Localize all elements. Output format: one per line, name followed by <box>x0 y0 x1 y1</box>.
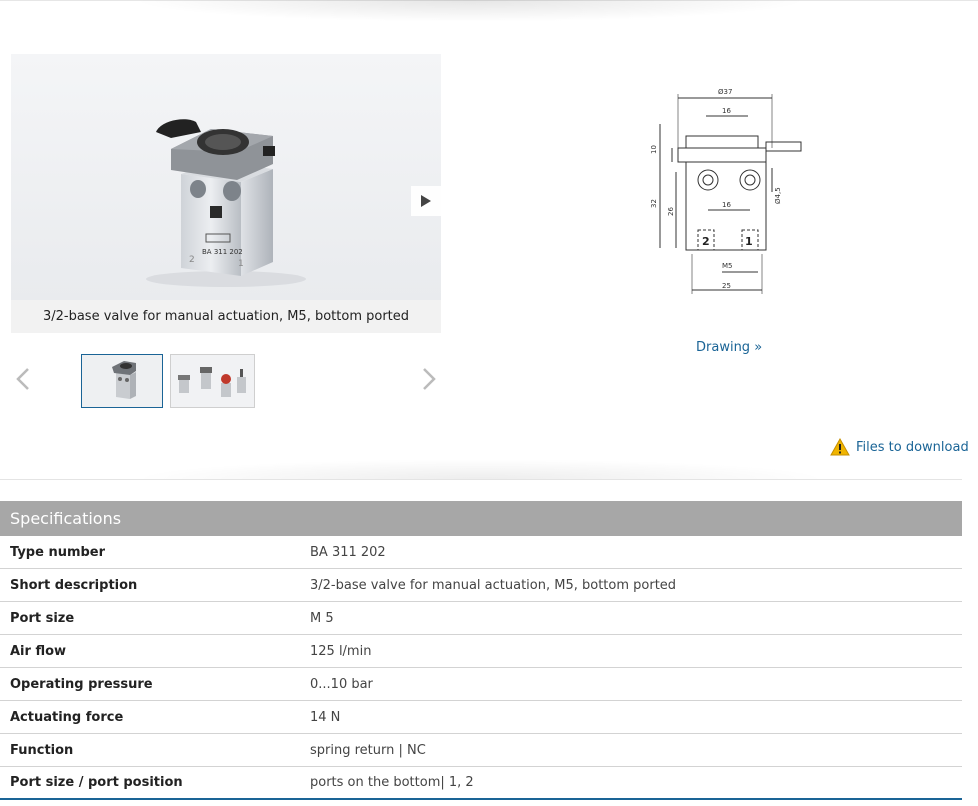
drawing-link[interactable]: Drawing » <box>696 340 762 355</box>
thumb-prev-button[interactable] <box>8 364 38 394</box>
product-image[interactable]: BA 311 202 2 1 <box>11 54 441 300</box>
files-to-download-label: Files to download <box>856 439 969 455</box>
table-row: Operating pressure 0...10 bar <box>0 668 962 701</box>
table-row: Function spring return | NC <box>0 734 962 767</box>
warning-icon <box>830 438 850 456</box>
table-row: Actuating force 14 N <box>0 701 962 734</box>
files-to-download-link[interactable]: Files to download <box>830 438 969 456</box>
dim-top-width: Ø37 <box>718 88 732 96</box>
spec-value: 14 N <box>310 709 341 725</box>
spec-key: Type number <box>10 544 106 560</box>
chevron-left-icon <box>16 368 29 390</box>
valve-illustration: BA 311 202 2 1 <box>146 119 306 287</box>
next-image-button[interactable] <box>411 186 441 216</box>
section-divider <box>0 479 962 480</box>
spec-value: 3/2-base valve for manual actuation, M5,… <box>310 577 677 593</box>
spec-value: 0...10 bar <box>310 676 373 692</box>
table-row: Port size M 5 <box>0 602 962 635</box>
table-row: Type number BA 311 202 <box>0 536 962 569</box>
drawing-port-left: 2 <box>702 235 710 248</box>
spec-key: Short description <box>10 577 138 593</box>
chevron-right-icon <box>423 368 436 390</box>
specifications-table: Type number BA 311 202 Short description… <box>0 536 962 800</box>
dim-port: M5 <box>722 262 733 270</box>
dim-height-mid: 26 <box>667 207 675 216</box>
spec-value: BA 311 202 <box>310 544 386 560</box>
dim-inner-mid: 16 <box>722 201 731 209</box>
spec-value: ports on the bottom| 1, 2 <box>310 775 474 790</box>
image-caption: 3/2-base valve for manual actuation, M5,… <box>11 300 441 333</box>
dim-height-left: 10 <box>650 145 658 154</box>
spec-key: Port size / port position <box>10 775 183 790</box>
drawing-port-right: 1 <box>745 235 753 248</box>
specifications-header: Specifications <box>0 501 962 536</box>
body-label: BA 311 202 <box>202 248 243 256</box>
play-icon <box>421 195 431 207</box>
port-right-label: 1 <box>238 259 244 269</box>
dim-height-total: 32 <box>650 199 658 208</box>
top-shadow <box>130 0 810 22</box>
port-left-label: 2 <box>189 255 195 265</box>
spec-key: Function <box>10 742 74 758</box>
technical-drawing[interactable]: Ø37 16 10 32 26 16 Ø4,5 M5 25 2 1 <box>510 62 940 322</box>
table-row: Air flow 125 l/min <box>0 635 962 668</box>
spec-key: Air flow <box>10 643 67 659</box>
dim-bottom-width: 25 <box>722 282 731 290</box>
thumb-next-button[interactable] <box>414 364 444 394</box>
thumbnail-1[interactable] <box>81 354 163 408</box>
table-row: Short description 3/2-base valve for man… <box>0 569 962 602</box>
spec-value: spring return | NC <box>310 742 426 758</box>
spec-value: M 5 <box>310 610 334 626</box>
thumbnail-2[interactable] <box>170 354 255 408</box>
section-shadow <box>130 459 830 479</box>
dim-inner-top: 16 <box>722 107 731 115</box>
spec-key: Actuating force <box>10 709 124 725</box>
table-row: Port size / port position ports on the b… <box>0 767 962 800</box>
spec-value: 125 l/min <box>310 643 372 659</box>
spec-key: Port size <box>10 610 75 626</box>
dim-hole: Ø4,5 <box>774 187 782 204</box>
spec-key: Operating pressure <box>10 676 153 692</box>
